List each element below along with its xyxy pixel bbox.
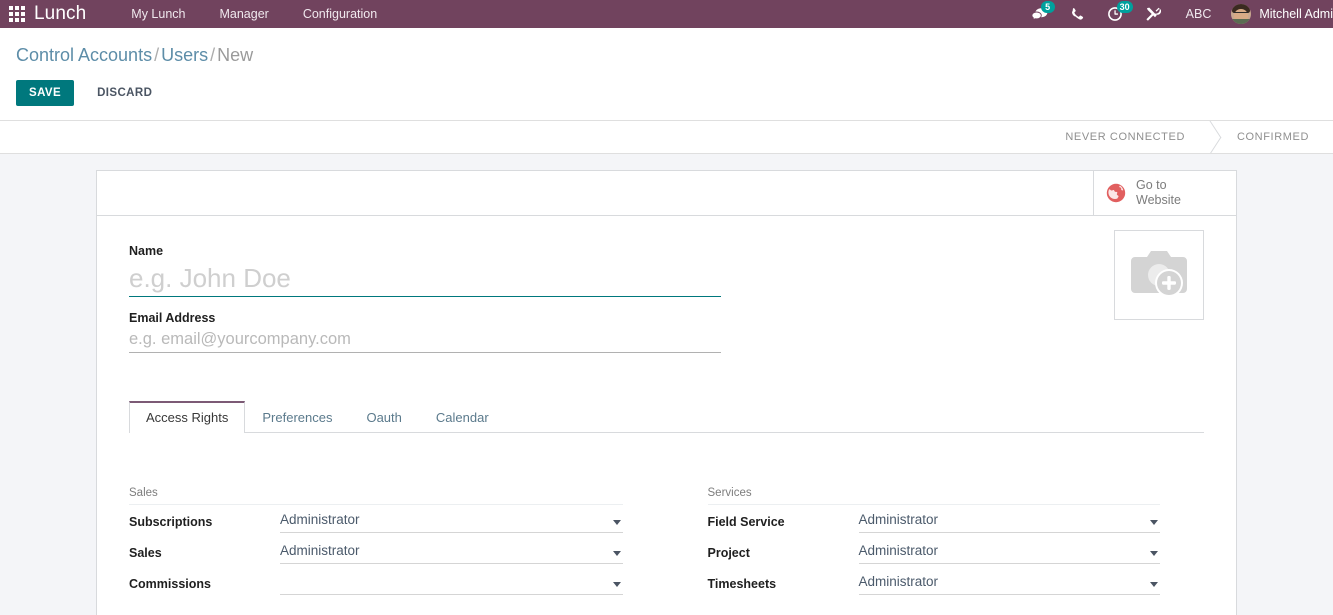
field-row-sales: Sales Administrator xyxy=(129,541,623,564)
email-field-block: Email Address xyxy=(129,311,729,353)
name-input[interactable] xyxy=(129,261,721,297)
label-timesheets: Timesheets xyxy=(707,577,777,591)
form-view-background: Go toWebsite Name Email Address xyxy=(0,154,1333,615)
select-commissions[interactable] xyxy=(280,572,623,595)
top-navbar: Lunch My Lunch Manager Configuration 5 3… xyxy=(0,0,1333,28)
select-field-service[interactable]: Administrator xyxy=(858,510,1160,533)
label-subscriptions: Subscriptions xyxy=(129,515,213,529)
stat-button-box: Go to Website xyxy=(97,171,1236,216)
breadcrumb: Control Accounts / Users / New xyxy=(16,28,1317,66)
value-sales: Administrator xyxy=(280,543,360,558)
globe-icon xyxy=(1105,182,1127,204)
form-action-buttons: SAVE DISCARD xyxy=(16,80,1317,106)
chevron-down-icon xyxy=(1150,582,1158,587)
email-input[interactable] xyxy=(129,328,721,353)
app-brand-name[interactable]: Lunch xyxy=(34,0,86,28)
group-sales-title: Sales xyxy=(129,487,623,505)
go-to-website-label: Go to Website xyxy=(1136,178,1181,208)
status-step-never-connected[interactable]: NEVER CONNECTED xyxy=(1037,121,1209,153)
select-project[interactable]: Administrator xyxy=(858,541,1160,564)
sheet-body: Name Email Address xyxy=(97,216,1236,603)
field-row-timesheets: Timesheets Administrator xyxy=(707,572,1160,595)
field-row-project: Project Administrator xyxy=(707,541,1160,564)
apps-grid-glyph xyxy=(9,6,25,22)
chevron-down-icon xyxy=(612,582,621,587)
activities-clock-icon[interactable]: 30 xyxy=(1096,0,1134,28)
chevron-down-icon xyxy=(1150,551,1158,556)
navbar-right-group: 5 30 ABC Mitchell Admi xyxy=(1020,0,1333,28)
email-field-label: Email Address xyxy=(129,311,216,325)
statusbar-container: NEVER CONNECTED CONFIRMED xyxy=(0,121,1333,154)
breadcrumb-separator-1: / xyxy=(154,45,160,65)
field-row-field-service: Field Service Administrator xyxy=(707,510,1160,533)
tab-access-rights[interactable]: Access Rights xyxy=(129,401,246,433)
go-to-website-button[interactable]: Go to Website xyxy=(1093,171,1236,215)
phone-icon[interactable] xyxy=(1059,0,1096,28)
tab-calendar[interactable]: Calendar xyxy=(419,401,506,433)
notebook-tabs: Access Rights Preferences Oauth Calendar xyxy=(129,401,1204,433)
avatar xyxy=(1231,4,1252,24)
label-commissions: Commissions xyxy=(129,577,211,591)
breadcrumb-root[interactable]: Control Accounts xyxy=(16,45,152,65)
breadcrumb-parent[interactable]: Users xyxy=(161,45,208,65)
value-commissions xyxy=(280,572,623,591)
select-subscriptions[interactable]: Administrator xyxy=(280,510,623,533)
name-field-label: Name xyxy=(129,244,164,258)
user-name-label: Mitchell Admi xyxy=(1259,7,1333,21)
select-timesheets[interactable]: Administrator xyxy=(858,572,1160,595)
select-sales[interactable]: Administrator xyxy=(280,541,623,564)
go-to-website-label-line1: Go to xyxy=(1136,178,1167,192)
header-fields-group: Name Email Address xyxy=(129,230,1204,367)
notebook: Access Rights Preferences Oauth Calendar… xyxy=(129,401,1204,603)
go-to-website-label-line2: Website xyxy=(1136,193,1181,207)
tab-oauth[interactable]: Oauth xyxy=(349,401,418,433)
group-services-title: Services xyxy=(707,487,1160,505)
label-field-service: Field Service xyxy=(707,515,785,529)
label-project: Project xyxy=(707,546,750,560)
messaging-badge: 5 xyxy=(1040,1,1055,13)
name-field-block: Name xyxy=(129,244,729,297)
label-sales: Sales xyxy=(129,546,162,560)
chevron-down-icon xyxy=(612,551,621,556)
value-timesheets: Administrator xyxy=(858,574,939,589)
tab-panel-access-rights: Sales Subscriptions Administrator Sales xyxy=(129,433,1204,603)
activities-badge: 30 xyxy=(1116,1,1133,13)
chevron-down-icon xyxy=(1150,520,1158,525)
add-photo-icon[interactable] xyxy=(1114,230,1204,320)
menu-configuration[interactable]: Configuration xyxy=(286,0,394,28)
language-switcher[interactable]: ABC xyxy=(1172,0,1226,28)
value-project: Administrator xyxy=(858,543,939,558)
menu-manager[interactable]: Manager xyxy=(202,0,285,28)
group-services: Services Field Service Administrator Pro… xyxy=(667,487,1205,603)
group-sales: Sales Subscriptions Administrator Sales xyxy=(129,487,667,603)
discard-button[interactable]: DISCARD xyxy=(84,80,165,106)
user-menu[interactable]: Mitchell Admi xyxy=(1225,0,1333,28)
control-panel: Control Accounts / Users / New SAVE DISCARD xyxy=(0,28,1333,121)
form-sheet: Go toWebsite Name Email Address xyxy=(96,170,1237,615)
apps-grid-icon[interactable] xyxy=(0,0,34,28)
chevron-down-icon xyxy=(612,520,621,525)
statusbar: NEVER CONNECTED CONFIRMED xyxy=(1037,121,1333,153)
breadcrumb-separator-2: / xyxy=(210,45,216,65)
save-button[interactable]: SAVE xyxy=(16,80,75,106)
messaging-icon[interactable]: 5 xyxy=(1020,0,1059,28)
menu-my-lunch[interactable]: My Lunch xyxy=(114,0,202,28)
field-row-subscriptions: Subscriptions Administrator xyxy=(129,510,623,533)
status-step-confirmed[interactable]: CONFIRMED xyxy=(1209,121,1333,153)
tab-preferences[interactable]: Preferences xyxy=(245,401,349,433)
debug-tools-icon[interactable] xyxy=(1134,0,1172,28)
header-fields-column: Name Email Address xyxy=(129,232,729,367)
field-row-commissions: Commissions xyxy=(129,572,623,595)
value-subscriptions: Administrator xyxy=(280,512,360,527)
breadcrumb-current: New xyxy=(217,45,254,65)
value-field-service: Administrator xyxy=(858,512,939,527)
